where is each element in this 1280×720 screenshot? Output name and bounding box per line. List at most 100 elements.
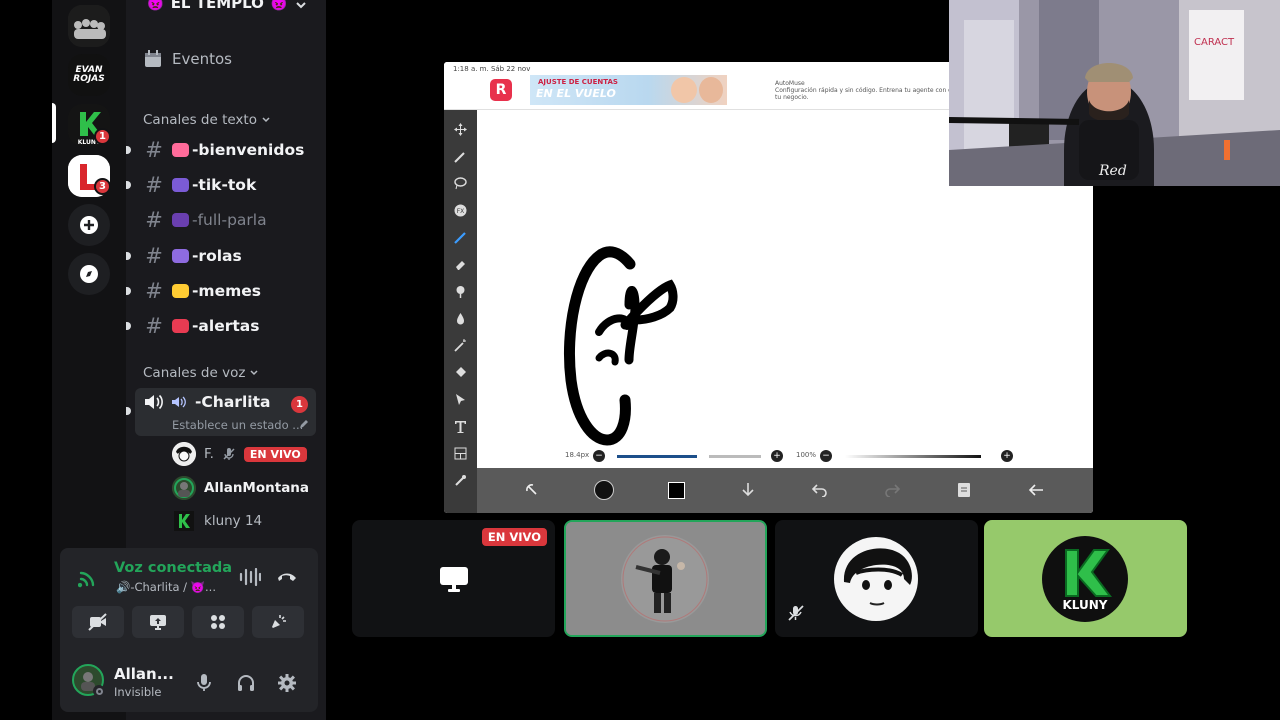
webcam-overlay: CARACT Red <box>949 0 1280 186</box>
user-avatar[interactable] <box>72 664 105 697</box>
voice-channel-charlita[interactable]: -Charlita Establece un estado ... 1 <box>135 388 316 436</box>
calendar-icon <box>145 50 161 67</box>
lasso-icon <box>454 176 467 189</box>
eyedropper-icon <box>455 474 466 486</box>
text-channels-category[interactable]: Canales de texto <box>143 112 271 128</box>
activities-button[interactable] <box>192 606 244 638</box>
ad-banner[interactable]: AJUSTE DE CUENTAS EN EL VUELO <box>530 75 727 105</box>
brush-preview-button[interactable] <box>594 480 614 500</box>
camera-off-button[interactable] <box>72 606 124 638</box>
soundboard-button[interactable] <box>252 606 304 638</box>
ad-logo[interactable]: R <box>490 79 512 101</box>
layers-button[interactable] <box>954 480 974 500</box>
undo-button[interactable] <box>810 480 830 500</box>
events-item[interactable]: Eventos <box>144 50 232 68</box>
pencil-icon[interactable] <box>299 420 308 429</box>
opacity-increase[interactable]: + <box>1001 450 1013 462</box>
voice-member-allanmontana[interactable]: AllanMontana <box>172 474 309 502</box>
color-button[interactable] <box>666 480 686 500</box>
text-channel-item[interactable]: # -rolas <box>126 241 321 271</box>
channel-emoji-icon <box>172 249 189 263</box>
text-channel-item[interactable]: # -tik-tok <box>126 170 321 200</box>
channel-emoji-icon <box>172 319 189 333</box>
voice-connected-label[interactable]: Voz conectada <box>114 560 232 576</box>
drop-icon <box>457 312 464 324</box>
mic-button[interactable] <box>192 671 216 695</box>
chevron-down-icon[interactable] <box>294 0 308 12</box>
avatar <box>834 537 918 621</box>
avatar <box>172 442 196 466</box>
text-channel-item[interactable]: # -bienvenidos <box>126 135 321 165</box>
smudge-icon <box>456 285 465 298</box>
opacity-decrease[interactable]: − <box>820 450 832 462</box>
brush-size-decrease[interactable]: − <box>593 450 605 462</box>
move-icon <box>454 122 467 136</box>
blur-tool[interactable] <box>447 305 474 331</box>
transform-tool[interactable] <box>447 116 474 142</box>
add-server-button[interactable] <box>68 204 110 246</box>
magic-wand-tool[interactable] <box>447 143 474 169</box>
settings-button[interactable] <box>275 671 299 695</box>
unread-indicator <box>126 216 131 224</box>
rotate-button[interactable] <box>522 480 542 500</box>
tile-allanmontana[interactable] <box>564 520 767 637</box>
back-button[interactable] <box>1026 480 1046 500</box>
avatar <box>172 509 196 533</box>
user-name[interactable]: Allan... <box>114 665 174 683</box>
download-button[interactable] <box>738 480 758 500</box>
server-icon-group[interactable] <box>68 5 110 47</box>
tile-kluny[interactable]: KLUNY <box>984 520 1187 637</box>
headphones-button[interactable] <box>234 671 258 695</box>
select-tool[interactable] <box>447 386 474 412</box>
soundboard-icon[interactable] <box>239 568 261 586</box>
compass-icon <box>80 265 98 283</box>
eraser-icon <box>456 260 465 270</box>
status-time: 1:18 a. m. Sáb 22 nov <box>453 65 531 73</box>
brush-size-slider[interactable] <box>617 455 697 458</box>
lasso-tool[interactable] <box>447 170 474 196</box>
disconnect-icon[interactable] <box>276 568 298 584</box>
hash-icon: # <box>145 279 163 303</box>
category-label: Canales de texto <box>143 112 257 128</box>
invisible-status-icon <box>93 685 105 697</box>
server-icon-evan-rojas[interactable]: EVAN ROJAS <box>68 54 110 96</box>
member-name: F. <box>204 446 214 462</box>
opacity-slider[interactable] <box>845 455 981 458</box>
brush-tool[interactable] <box>447 224 474 250</box>
arrow-down-icon <box>742 483 754 497</box>
text-channel-item[interactable]: # -alertas <box>126 311 321 341</box>
text-tool[interactable] <box>447 413 474 439</box>
voice-channel-status[interactable]: Establece un estado ... <box>172 418 307 432</box>
tile-screen-share[interactable]: EN VIVO <box>352 520 555 637</box>
voice-channels-category[interactable]: Canales de voz <box>143 365 259 381</box>
mic-muted-icon <box>788 605 804 621</box>
unread-indicator <box>126 181 131 189</box>
filter-tool[interactable]: FX <box>447 197 474 223</box>
brush-size-track <box>709 455 761 458</box>
voice-location[interactable]: 🔊-Charlita / 👿... <box>116 580 216 594</box>
voice-member-f[interactable]: F. EN VIVO <box>172 440 307 468</box>
screen-share-button[interactable] <box>132 606 184 638</box>
hash-icon: # <box>145 208 163 232</box>
brush-size-increase[interactable]: + <box>771 450 783 462</box>
special-tool[interactable] <box>447 332 474 358</box>
eraser-tool[interactable] <box>447 251 474 277</box>
eyedropper-tool[interactable] <box>447 467 474 493</box>
tile-f[interactable] <box>775 520 978 637</box>
voice-member-kluny[interactable]: kluny 14 <box>172 507 262 535</box>
smudge-tool[interactable] <box>447 278 474 304</box>
webcam-image: CARACT Red <box>949 0 1280 186</box>
category-label: Canales de voz <box>143 365 246 381</box>
server-title: EL TEMPLO <box>170 0 264 12</box>
text-channel-item[interactable]: # -memes <box>126 276 321 306</box>
discover-button[interactable] <box>68 253 110 295</box>
headphones-icon <box>238 675 254 691</box>
server-badge: 3 <box>94 178 111 195</box>
frame-tool[interactable] <box>447 440 474 466</box>
text-channel-item[interactable]: # -full-parla <box>126 205 321 235</box>
cursor-icon <box>456 393 465 405</box>
redo-button[interactable] <box>882 480 902 500</box>
server-header[interactable]: 👿 EL TEMPLO 👿 <box>146 0 289 12</box>
bucket-icon <box>456 366 466 377</box>
fill-tool[interactable] <box>447 359 474 385</box>
